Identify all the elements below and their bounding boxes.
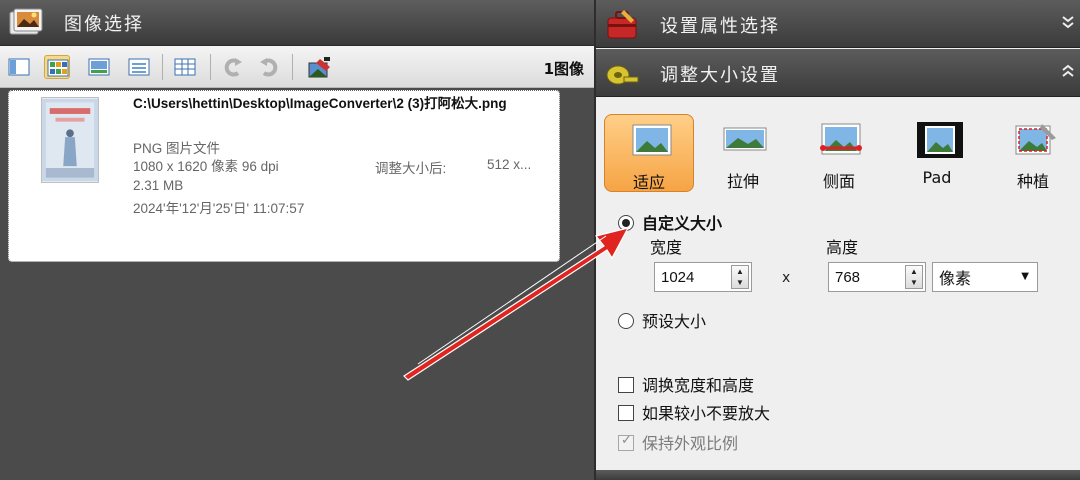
convert-icon[interactable] <box>306 55 332 79</box>
rotate-right-icon[interactable] <box>256 55 282 79</box>
image-toolbar: 1图像 <box>0 46 594 88</box>
custom-size-radio[interactable]: 自定义大小 <box>618 210 722 234</box>
chevron-up-icon[interactable] <box>1062 63 1074 82</box>
resize-settings-body: 适应 拉伸 侧面 Pad 种植 自定义大小 宽度 高度 1024 ▲ ▼ x 7… <box>596 98 1080 476</box>
stretch-icon <box>723 127 767 151</box>
settings-pane: 设置属性选择 调整大小设置 适应 拉伸 侧面 Pad 种植 自定义大小 宽度 高… <box>594 0 1080 480</box>
mode-side-label: 侧面 <box>822 172 855 191</box>
height-spinner[interactable]: ▲ ▼ <box>905 265 923 289</box>
properties-title: 设置属性选择 <box>660 16 780 37</box>
view-thumbnails-icon[interactable] <box>44 55 70 79</box>
view-table-icon[interactable] <box>172 55 198 79</box>
chevron-down-icon: ▼ <box>1021 271 1029 282</box>
image-selection-header: 图像选择 <box>0 0 594 46</box>
fit-icon <box>632 124 672 156</box>
keep-ratio-checkbox: ✓ 保持外观比例 <box>618 430 738 454</box>
image-selection-pane: 图像选择 1图像 C:\Users\hettin\Desktop\ImageCo… <box>0 0 594 480</box>
rotate-left-icon[interactable] <box>220 55 246 79</box>
resize-title: 调整大小设置 <box>660 65 780 86</box>
resize-after-label: 调整大小后: <box>375 161 447 176</box>
resize-section-header[interactable]: 调整大小设置 <box>596 49 1080 97</box>
properties-section-header[interactable]: 设置属性选择 <box>596 0 1080 48</box>
width-input[interactable]: 1024 ▲ ▼ <box>654 262 752 292</box>
mode-crop-button[interactable]: 种植 <box>988 114 1078 192</box>
next-section-header[interactable] <box>596 470 1080 480</box>
unit-value: 像素 <box>939 269 972 288</box>
mode-stretch-label: 拉伸 <box>726 172 759 191</box>
view-details-icon[interactable] <box>6 55 32 79</box>
preset-size-radio[interactable]: 预设大小 <box>618 308 706 332</box>
file-type: PNG 图片文件 <box>133 141 221 156</box>
mode-side-button[interactable]: 侧面 <box>794 114 884 192</box>
image-thumbnail <box>41 97 99 183</box>
view-list-icon[interactable] <box>126 55 152 79</box>
pad-icon <box>917 122 963 158</box>
height-value: 768 <box>835 269 861 286</box>
height-label: 高度 <box>826 238 859 257</box>
crop-icon <box>1015 124 1056 155</box>
mode-crop-label: 种植 <box>1016 172 1049 191</box>
width-spinner[interactable]: ▲ ▼ <box>731 265 749 289</box>
file-path: C:\Users\hettin\Desktop\ImageConverter\2… <box>133 96 507 111</box>
file-date: 2024'年'12'月'25'日' 11:07:57 <box>133 201 305 216</box>
mode-fit-button[interactable]: 适应 <box>604 114 694 192</box>
mode-pad-label: Pad <box>922 168 952 187</box>
no-enlarge-checkbox[interactable]: 如果较小不要放大 <box>618 400 770 424</box>
swap-dimensions-checkbox[interactable]: 调换宽度和高度 <box>618 372 754 396</box>
times-label: x <box>782 270 791 286</box>
resize-after-value: 512 x... <box>487 157 532 172</box>
custom-size-label: 自定义大小 <box>642 214 723 233</box>
radio-empty-icon[interactable] <box>618 313 634 329</box>
no-enlarge-label: 如果较小不要放大 <box>642 404 771 423</box>
mode-fit-label: 适应 <box>632 173 665 192</box>
keep-ratio-label: 保持外观比例 <box>642 434 739 453</box>
swap-dimensions-label: 调换宽度和高度 <box>642 376 755 395</box>
checkbox-icon[interactable] <box>618 405 634 421</box>
photos-icon <box>9 8 43 35</box>
width-value: 1024 <box>661 269 695 286</box>
preset-size-label: 预设大小 <box>642 312 707 331</box>
chevron-down-icon[interactable] <box>1062 14 1074 33</box>
radio-selected-icon[interactable] <box>618 215 634 231</box>
view-filmstrip-icon[interactable] <box>86 55 112 79</box>
unit-select[interactable]: 像素 ▼ <box>932 262 1038 292</box>
side-icon <box>820 123 862 155</box>
width-label: 宽度 <box>650 238 683 257</box>
mode-stretch-button[interactable]: 拉伸 <box>698 114 788 192</box>
image-selection-title: 图像选择 <box>64 14 144 35</box>
mode-pad-button[interactable]: Pad <box>892 114 982 192</box>
file-item[interactable]: C:\Users\hettin\Desktop\ImageConverter\2… <box>8 90 560 262</box>
checkbox-icon[interactable] <box>618 377 634 393</box>
image-count: 1图像 <box>543 60 584 78</box>
height-input[interactable]: 768 ▲ ▼ <box>828 262 926 292</box>
toolbox-icon <box>607 10 637 39</box>
tape-measure-icon <box>606 65 639 85</box>
file-dimensions: 1080 x 1620 像素 96 dpi <box>133 159 279 174</box>
file-size: 2.31 MB <box>133 178 184 193</box>
checkbox-checked-icon: ✓ <box>618 433 634 451</box>
